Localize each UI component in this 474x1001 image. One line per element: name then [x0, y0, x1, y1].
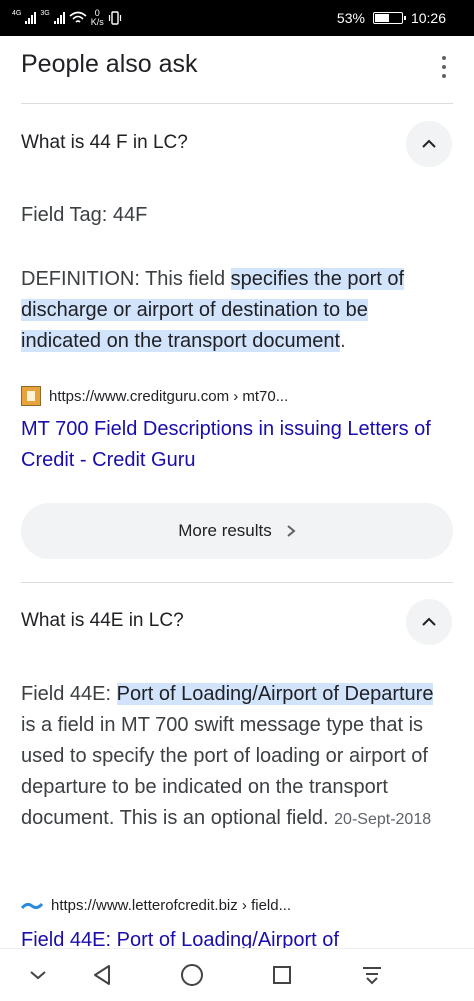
- home-circle-icon[interactable]: [178, 961, 206, 989]
- section-title: People also ask: [21, 50, 198, 78]
- source-url[interactable]: https://www.creditguru.com › mt70...: [49, 388, 288, 405]
- answer-highlight: Port of Loading/Airport of Departure: [116, 683, 434, 705]
- chevron-down-icon[interactable]: [24, 961, 52, 989]
- network-speed: 0 K/s: [91, 9, 104, 27]
- people-also-ask-header: People also ask: [0, 36, 474, 104]
- letterofcredit-favicon-icon: [21, 902, 43, 909]
- signal-icon: [25, 12, 37, 24]
- collapse-button[interactable]: [406, 121, 452, 167]
- question-text: What is 44E in LC?: [21, 610, 184, 631]
- source-title-link[interactable]: MT 700 Field Descriptions in issuing Let…: [21, 414, 453, 476]
- battery-percent: 53%: [336, 10, 365, 26]
- more-results-button[interactable]: More results: [21, 503, 453, 559]
- source-url[interactable]: https://www.letterofcredit.biz › field..…: [51, 897, 291, 914]
- answer-paragraph: DEFINITION: This field specifies the por…: [21, 264, 453, 357]
- more-vert-icon[interactable]: [436, 54, 452, 80]
- battery-icon: [372, 12, 406, 24]
- chevron-up-icon: [422, 139, 436, 148]
- source-row[interactable]: https://www.letterofcredit.biz › field..…: [21, 897, 291, 914]
- status-left: 4G 3G 0 K/s: [12, 9, 122, 27]
- more-results-label: More results: [178, 521, 272, 540]
- status-right: 53% 10:26: [337, 10, 446, 26]
- field-tag: Field Tag: 44F: [21, 204, 148, 226]
- back-triangle-icon[interactable]: [88, 961, 116, 989]
- wifi-icon: [69, 11, 87, 23]
- notification-pull-icon[interactable]: [358, 961, 386, 989]
- status-bar: 4G 3G 0 K/s 53% 10:26: [0, 0, 474, 36]
- question-row-1[interactable]: What is 44 F in LC?: [0, 104, 474, 184]
- answer-date: 20-Sept-2018: [334, 811, 432, 828]
- navigation-bar: [0, 948, 474, 1001]
- answer-suffix: .: [340, 330, 346, 352]
- network-label-1: 4G: [12, 9, 22, 17]
- recents-square-icon[interactable]: [268, 961, 296, 989]
- speed-unit: K/s: [90, 17, 104, 27]
- source-title-link[interactable]: Field 44E: Port of Loading/Airport of: [21, 925, 453, 948]
- answer-prefix: Field 44E:: [21, 683, 117, 705]
- chevron-up-icon: [422, 617, 436, 626]
- collapse-button[interactable]: [406, 599, 452, 645]
- answer-prefix: DEFINITION: This field: [21, 268, 231, 290]
- battery-nub: [403, 16, 406, 20]
- source-row[interactable]: https://www.creditguru.com › mt70...: [21, 386, 288, 406]
- vibrate-icon: [108, 11, 121, 25]
- signal-icon-2: [53, 12, 65, 24]
- chevron-right-icon: [287, 525, 296, 537]
- battery-fill: [374, 14, 389, 22]
- network-label-2: 3G: [40, 9, 50, 17]
- answer-paragraph: Field 44E: Port of Loading/Airport of De…: [21, 679, 453, 835]
- question-row-2[interactable]: What is 44E in LC?: [0, 583, 474, 663]
- clock: 10:26: [410, 10, 446, 26]
- creditguru-favicon-icon: [21, 386, 41, 406]
- question-text: What is 44 F in LC?: [21, 132, 188, 153]
